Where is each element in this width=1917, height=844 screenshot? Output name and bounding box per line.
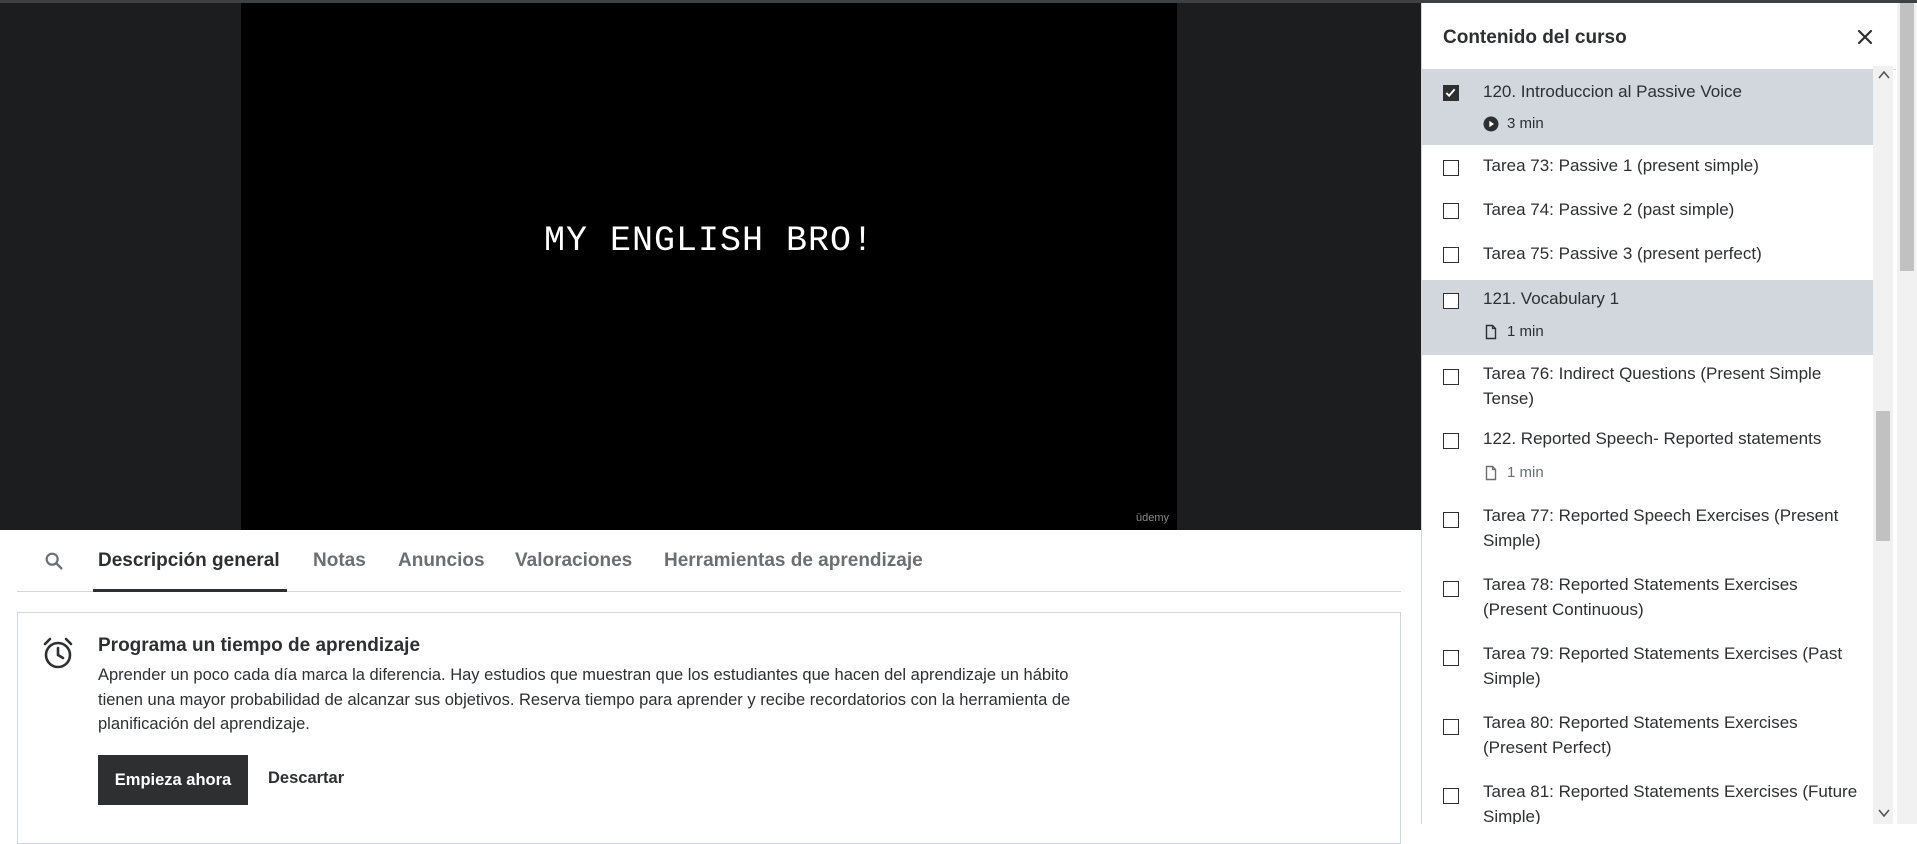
chevron-up-icon[interactable]: [1876, 68, 1892, 82]
lecture-meta: 1 min: [1483, 323, 1544, 340]
checkbox[interactable]: [1443, 247, 1459, 263]
video-player-area[interactable]: MY ENGLISH BRO! ūdemy: [0, 3, 1421, 530]
list-item[interactable]: Tarea 74: Passive 2 (past simple): [1422, 190, 1874, 235]
page-scrollbar[interactable]: [1897, 3, 1917, 824]
list-item[interactable]: 121. Vocabulary 1 1 min: [1422, 280, 1874, 355]
lecture-meta: 3 min: [1483, 115, 1544, 132]
sidebar-title: Contenido del curso: [1443, 27, 1627, 48]
tab-herramientas[interactable]: Herramientas de aprendizaje: [664, 550, 923, 572]
list-item[interactable]: Tarea 78: Reported Statements Exercises …: [1422, 569, 1874, 638]
chevron-down-icon[interactable]: [1876, 806, 1892, 820]
assignment-title: Tarea 81: Reported Statements Exercises …: [1483, 782, 1858, 824]
play-icon: [1483, 116, 1499, 132]
course-content-list: 120. Introduccion al Passive Voice 3 min…: [1422, 70, 1874, 824]
search-icon[interactable]: [43, 550, 65, 572]
checkbox[interactable]: [1443, 788, 1459, 804]
tab-valoraciones[interactable]: Valoraciones: [515, 550, 632, 572]
checkbox[interactable]: [1443, 650, 1459, 666]
learning-reminder-card: Programa un tiempo de aprendizaje Aprend…: [17, 612, 1401, 844]
assignment-title: Tarea 80: Reported Statements Exercises …: [1483, 713, 1798, 757]
list-item[interactable]: Tarea 80: Reported Statements Exercises …: [1422, 707, 1874, 776]
tab-notas[interactable]: Notas: [313, 550, 366, 572]
lecture-duration: 1 min: [1507, 323, 1544, 340]
assignment-title: Tarea 77: Reported Speech Exercises (Pre…: [1483, 506, 1839, 550]
course-tabs: Descripción general Notas Anuncios Valor…: [17, 530, 1401, 592]
assignment-title: Tarea 75: Passive 3 (present perfect): [1483, 244, 1762, 263]
video-caption: MY ENGLISH BRO!: [543, 221, 875, 261]
list-item[interactable]: Tarea 73: Passive 1 (present simple): [1422, 145, 1874, 190]
course-content-sidebar: Contenido del curso 120. Introduccion al…: [1421, 3, 1896, 824]
udemy-watermark: ūdemy: [1135, 512, 1169, 524]
page-scroll-thumb[interactable]: [1900, 3, 1914, 271]
start-now-button[interactable]: Empieza ahora: [98, 755, 248, 805]
sidebar-header: Contenido del curso: [1422, 3, 1896, 70]
tab-descripcion-general[interactable]: Descripción general: [98, 550, 280, 572]
reminder-title: Programa un tiempo de aprendizaje: [98, 635, 421, 656]
checkbox[interactable]: [1443, 581, 1459, 597]
close-icon[interactable]: [1854, 26, 1876, 48]
checkbox[interactable]: [1443, 369, 1459, 385]
file-icon: [1483, 324, 1499, 340]
assignment-title: Tarea 78: Reported Statements Exercises …: [1483, 575, 1798, 619]
checkbox[interactable]: [1443, 160, 1459, 176]
assignment-title: Tarea 73: Passive 1 (present simple): [1483, 156, 1759, 175]
alarm-clock-icon: [40, 635, 76, 671]
checkbox-checked[interactable]: [1443, 85, 1459, 101]
video-frame[interactable]: MY ENGLISH BRO! ūdemy: [241, 3, 1177, 530]
assignment-title: Tarea 79: Reported Statements Exercises …: [1483, 644, 1843, 688]
lecture-duration: 1 min: [1507, 464, 1544, 481]
reminder-text: Aprender un poco cada día marca la difer…: [98, 666, 1071, 733]
list-item[interactable]: Tarea 81: Reported Statements Exercises …: [1422, 776, 1874, 824]
assignment-title: Tarea 76: Indirect Questions (Present Si…: [1483, 364, 1822, 408]
lecture-title: 120. Introduccion al Passive Voice: [1483, 82, 1742, 101]
list-item[interactable]: Tarea 75: Passive 3 (present perfect): [1422, 235, 1874, 280]
lecture-meta: 1 min: [1483, 464, 1544, 481]
list-item[interactable]: 122. Reported Speech- Reported statement…: [1422, 423, 1874, 500]
lecture-title: 121. Vocabulary 1: [1483, 289, 1620, 308]
checkbox[interactable]: [1443, 203, 1459, 219]
checkbox[interactable]: [1443, 512, 1459, 528]
list-item[interactable]: Tarea 79: Reported Statements Exercises …: [1422, 638, 1874, 707]
list-item[interactable]: Tarea 77: Reported Speech Exercises (Pre…: [1422, 500, 1874, 569]
active-tab-indicator: [93, 589, 287, 592]
lecture-duration: 3 min: [1507, 115, 1544, 132]
sidebar-scrollbar[interactable]: [1873, 66, 1893, 824]
list-item[interactable]: 120. Introduccion al Passive Voice 3 min: [1422, 70, 1874, 145]
list-item[interactable]: Tarea 76: Indirect Questions (Present Si…: [1422, 355, 1874, 423]
assignment-title: Tarea 74: Passive 2 (past simple): [1483, 200, 1735, 219]
sidebar-scroll-thumb[interactable]: [1876, 411, 1890, 541]
tab-anuncios[interactable]: Anuncios: [398, 550, 485, 572]
dismiss-button[interactable]: Descartar: [268, 769, 344, 788]
file-icon: [1483, 465, 1499, 481]
lecture-title: 122. Reported Speech- Reported statement…: [1483, 429, 1822, 448]
checkbox[interactable]: [1443, 433, 1459, 449]
checkbox[interactable]: [1443, 719, 1459, 735]
checkbox[interactable]: [1443, 293, 1459, 309]
